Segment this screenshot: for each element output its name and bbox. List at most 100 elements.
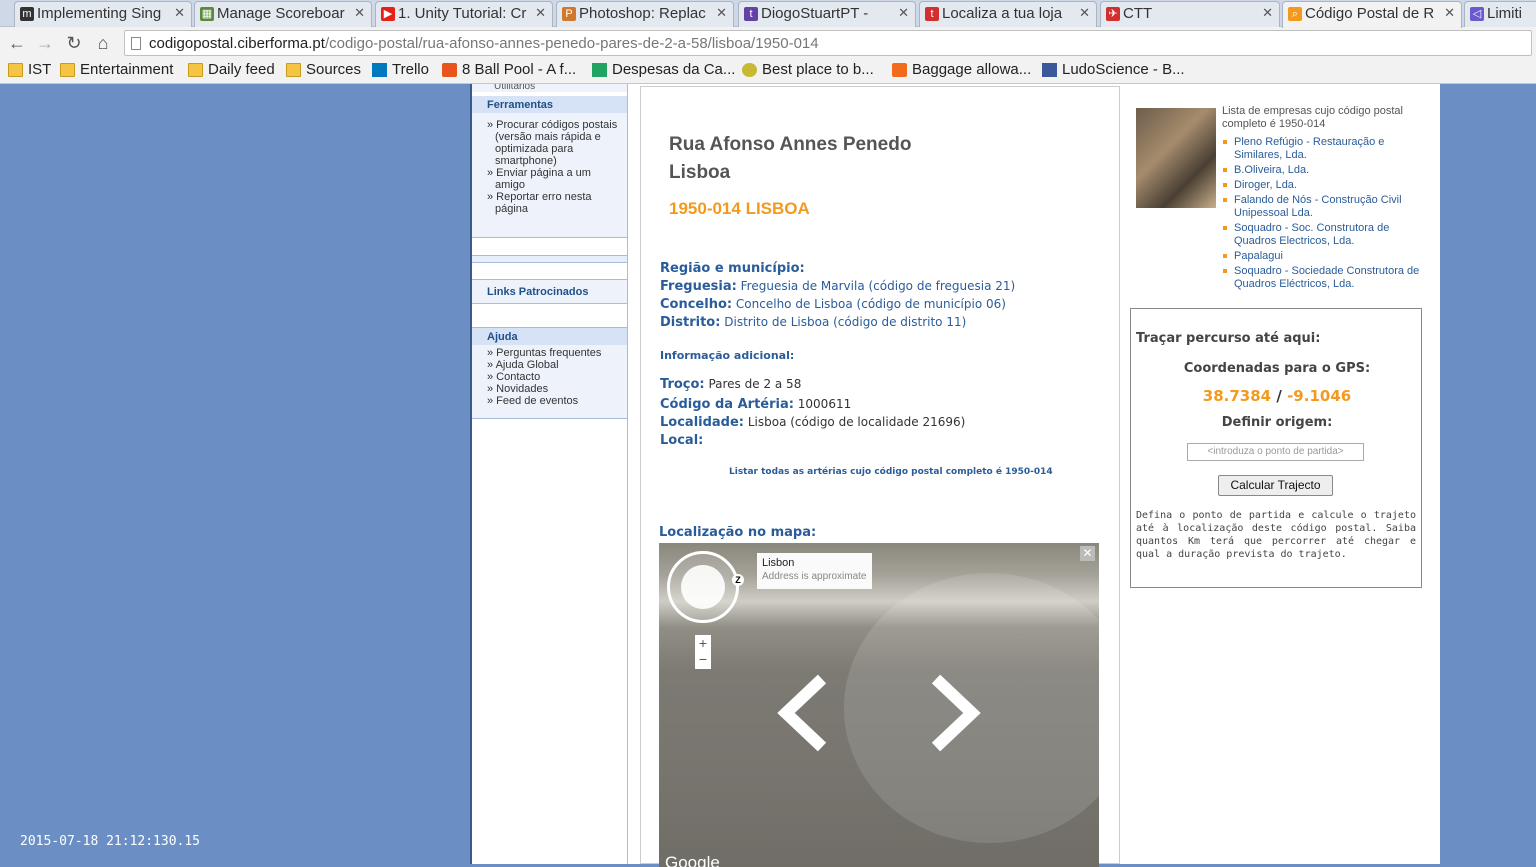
tab-8-active[interactable]: ⌕ Código Postal de R ✕ xyxy=(1282,1,1462,28)
sponsored-links-header: Links Patrocinados xyxy=(472,279,627,303)
zoom-out-icon[interactable]: − xyxy=(695,651,711,667)
folder-icon xyxy=(8,63,23,77)
calculate-route-button[interactable]: Calcular Trajecto xyxy=(1218,475,1333,496)
help-link-events[interactable]: » Feed de eventos xyxy=(487,395,619,407)
tool-link-search[interactable]: » Procurar códigos postais (versão mais … xyxy=(487,119,619,167)
web-page: Utilitários Ferramentas » Procurar códig… xyxy=(470,84,1440,867)
postcode-heading: 1950-014 LISBOA xyxy=(669,199,810,218)
youtube-icon: ▶ xyxy=(381,7,395,21)
main-content: Rua Afonso Annes Penedo Lisboa 1950-014 … xyxy=(640,86,1120,867)
ajuda-header: Ajuda xyxy=(472,327,627,345)
reload-icon[interactable]: ↻ xyxy=(63,32,85,54)
sidebar-partial-item[interactable]: Utilitários xyxy=(472,84,627,92)
freguesia-row: Freguesia: Freguesia de Marvila (código … xyxy=(660,279,1016,294)
bookmarks-bar: IST Entertainment Daily feed Sources Tre… xyxy=(0,58,1536,84)
close-icon[interactable]: ✕ xyxy=(1262,5,1273,21)
tab-1[interactable]: m Implementing Sing ✕ xyxy=(14,1,192,27)
route-title: Traçar percurso até aqui: xyxy=(1136,331,1321,346)
address-bar[interactable]: codigopostal.ciberforma.pt/codigo-postal… xyxy=(124,30,1532,56)
page-title: Rua Afonso Annes Penedo Lisboa xyxy=(669,131,911,187)
tab-strip: m Implementing Sing ✕ ▦ Manage Scoreboar ✕ ▶… xyxy=(0,0,1536,28)
map-title: Localização no mapa: xyxy=(659,525,817,540)
map-close-icon[interactable]: ✕ xyxy=(1080,546,1095,561)
tab-5[interactable]: t DiogoStuartPT - ✕ xyxy=(738,1,916,27)
zoom-toggle-icon[interactable]: Z xyxy=(732,574,744,586)
help-link-global[interactable]: » Ajuda Global xyxy=(487,359,619,371)
company-link[interactable]: B.Oliveira, Lda. xyxy=(1222,164,1432,177)
company-link[interactable]: Soquadro - Soc. Construtora de Quadros E… xyxy=(1222,222,1432,248)
close-icon[interactable]: ✕ xyxy=(1079,5,1090,21)
close-icon[interactable]: ✕ xyxy=(354,5,365,21)
bookmark-trello[interactable]: Trello xyxy=(372,61,429,78)
store-icon: t xyxy=(925,7,939,21)
freguesia-link[interactable]: Freguesia de Marvila (código de freguesi… xyxy=(741,279,1016,293)
easyjet-icon xyxy=(892,63,907,77)
smiley-icon xyxy=(742,63,757,77)
home-icon[interactable]: ⌂ xyxy=(92,32,114,54)
distrito-link[interactable]: Distrito de Lisboa (código de distrito 1… xyxy=(724,315,966,329)
photoshop-icon: P xyxy=(562,7,576,21)
back-icon[interactable]: ← xyxy=(6,32,28,54)
origin-input[interactable]: <introduza o ponto de partida> xyxy=(1187,443,1364,461)
additional-info-title: Informação adicional: xyxy=(660,349,795,362)
bookmark-entertainment[interactable]: Entertainment xyxy=(60,61,173,78)
help-link-news[interactable]: » Novidades xyxy=(487,383,619,395)
tab-9[interactable]: ◁Limitin xyxy=(1464,1,1536,27)
game-icon xyxy=(442,63,457,77)
tab-3[interactable]: ▶ 1. Unity Tutorial: Cr ✕ xyxy=(375,1,553,27)
street-name: Rua Afonso Annes Penedo xyxy=(669,134,912,155)
tab-4[interactable]: P Photoshop: Replac ✕ xyxy=(556,1,734,27)
company-link[interactable]: Soquadro - Sociedade Construtora de Quad… xyxy=(1222,265,1432,291)
forward-icon[interactable]: → xyxy=(34,32,56,54)
bookmark-best-place[interactable]: Best place to b... xyxy=(742,61,874,78)
tab-7[interactable]: ✈ CTT ✕ xyxy=(1100,1,1280,27)
bookmark-sources[interactable]: Sources xyxy=(286,61,361,78)
right-column: Lista de empresas cujo código postal com… xyxy=(1130,84,1440,864)
help-link-contact[interactable]: » Contacto xyxy=(487,371,619,383)
twitch-icon: t xyxy=(744,7,758,21)
company-link[interactable]: Papalagui xyxy=(1222,250,1432,263)
region-title: Região e município: xyxy=(660,261,805,276)
company-link[interactable]: Pleno Refúgio - Restauração e Similares,… xyxy=(1222,136,1432,162)
concelho-link[interactable]: Concelho de Lisboa (código de município … xyxy=(736,297,1006,311)
screen-timestamp: 2015-07-18 21:12:130.15 xyxy=(20,834,201,849)
browser-chrome: m Implementing Sing ✕ ▦ Manage Scoreboar ✕ ▶… xyxy=(0,0,1536,84)
bookmark-daily-feed[interactable]: Daily feed xyxy=(188,61,275,78)
company-link[interactable]: Diroger, Lda. xyxy=(1222,179,1432,192)
sidebar-spacer xyxy=(472,237,627,255)
street-view-map[interactable]: Z Lisbon Address is approximate + − ✕ Goog… xyxy=(659,543,1099,867)
tab-6[interactable]: t Localiza a tua loja ✕ xyxy=(919,1,1097,27)
bookmark-8-ball-pool[interactable]: 8 Ball Pool - A f... xyxy=(442,61,576,78)
gps-lon: -9.1046 xyxy=(1287,387,1352,405)
close-icon[interactable]: ✕ xyxy=(174,5,185,21)
list-arteries-link[interactable]: Listar todas as artérias cujo código pos… xyxy=(729,467,1053,477)
ferramentas-list: » Procurar códigos postais (versão mais … xyxy=(472,113,627,237)
route-box: Traçar percurso até aqui: Coordenadas pa… xyxy=(1130,308,1422,588)
zoom-control[interactable]: + − xyxy=(695,635,711,669)
sidebar-divider xyxy=(472,255,627,263)
page-icon xyxy=(131,37,141,50)
zoom-in-icon[interactable]: + xyxy=(695,635,711,651)
pan-control[interactable] xyxy=(681,565,725,609)
compass-control[interactable]: Z xyxy=(667,551,744,623)
close-icon[interactable]: ✕ xyxy=(535,5,546,21)
nav-right-arrow-icon[interactable] xyxy=(924,673,984,753)
tool-link-report-error[interactable]: » Reportar erro nesta página xyxy=(487,191,619,215)
tool-link-send-friend[interactable]: » Enviar página a um amigo xyxy=(487,167,619,191)
tab-2[interactable]: ▦ Manage Scoreboar ✕ xyxy=(194,1,372,27)
company-list: Lista de empresas cujo código postal com… xyxy=(1222,105,1432,293)
close-icon[interactable]: ✕ xyxy=(898,5,909,21)
help-link-faq[interactable]: » Perguntas frequentes xyxy=(487,347,619,359)
close-icon[interactable]: ✕ xyxy=(716,5,727,21)
nav-left-arrow-icon[interactable] xyxy=(774,673,834,753)
bookmark-ist[interactable]: IST xyxy=(8,61,51,78)
bookmark-baggage[interactable]: Baggage allowa... xyxy=(892,61,1031,78)
company-photo xyxy=(1136,108,1216,208)
bookmark-despesas[interactable]: Despesas da Ca... xyxy=(592,61,735,78)
bookmark-ludoscience[interactable]: LudoScience - B... xyxy=(1042,61,1185,78)
arteria-row: Código da Artéria: 1000611 xyxy=(660,397,852,412)
close-icon[interactable]: ✕ xyxy=(1444,5,1455,21)
spreadsheet-icon xyxy=(592,63,607,77)
company-link[interactable]: Falando de Nós - Construção Civil Unipes… xyxy=(1222,194,1432,220)
scoreboard-icon: ▦ xyxy=(200,7,214,21)
